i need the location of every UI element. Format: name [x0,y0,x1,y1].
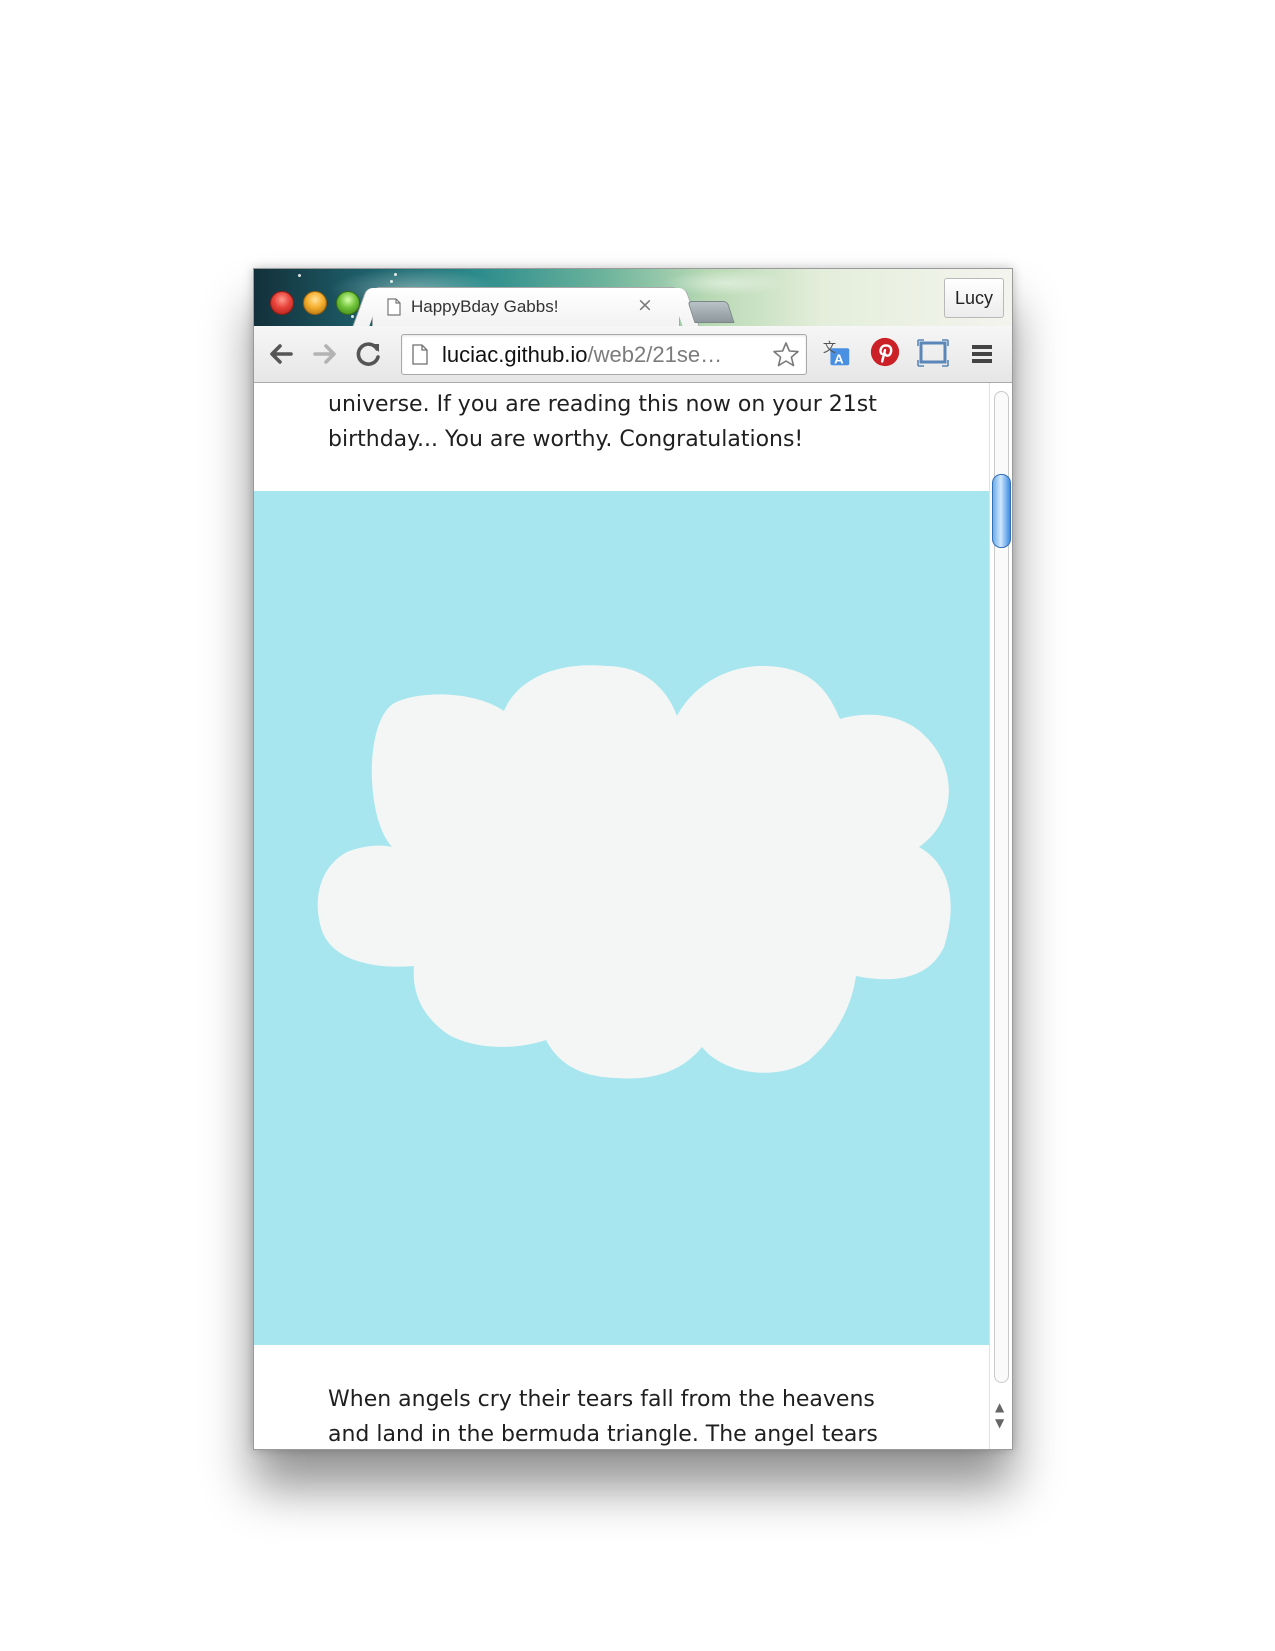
svg-text:文: 文 [823,340,836,356]
page-viewport[interactable]: universe. If you are reading this now on… [254,383,989,1449]
paragraph-bottom: When angels cry their tears fall from th… [328,1382,928,1449]
paragraph-line: birthday... You are worthy. Congratulati… [328,427,804,452]
back-arrow-icon[interactable] [264,338,298,370]
cast-screen-icon[interactable] [916,337,950,369]
url-path: /web2/21se… [587,342,723,367]
paragraph-top: universe. If you are reading this now on… [328,387,928,457]
url-host: luciac.github.io [442,342,588,367]
browser-window: HappyBday Gabbs! × Lucy luciac.github.io… [253,268,1013,1450]
page-icon [387,298,401,316]
browser-toolbar: luciac.github.io/web2/21se… A 文 [254,326,1012,383]
vertical-scrollbar[interactable]: ▲ ▼ [989,383,1012,1449]
tab-happybday[interactable]: HappyBday Gabbs! × [372,287,680,326]
paragraph-line: When angels cry their tears fall from th… [328,1387,875,1412]
cloud-image [317,665,951,1079]
scroll-up-arrow-icon[interactable]: ▲ [995,1401,1004,1413]
tab-title: HappyBday Gabbs! [411,297,559,316]
theme-star [390,280,393,283]
theme-star [394,273,397,276]
new-tab-button[interactable] [687,301,735,323]
page-canvas: HappyBday Gabbs! × Lucy luciac.github.io… [0,0,1275,1651]
close-icon[interactable]: × [637,294,653,316]
sky-illustration [254,491,989,1345]
address-bar[interactable]: luciac.github.io/web2/21se… [401,334,807,375]
tab-strip: HappyBday Gabbs! × Lucy [254,269,1012,326]
hamburger-menu-icon[interactable] [966,338,1000,370]
paragraph-line: and land in the bermuda triangle. The an… [328,1422,878,1447]
theme-star [298,274,301,277]
scroll-down-arrow-icon[interactable]: ▼ [995,1417,1004,1429]
window-zoom-button[interactable] [336,291,360,315]
window-minimize-button[interactable] [303,291,327,315]
reload-icon[interactable] [352,338,386,370]
window-close-button[interactable] [270,291,294,315]
pinterest-icon[interactable] [868,336,902,368]
translate-icon[interactable]: A 文 [820,337,854,369]
url-text[interactable]: luciac.github.io/web2/21se… [442,342,722,368]
bookmark-star-icon[interactable] [772,341,800,368]
forward-arrow-icon[interactable] [308,338,342,370]
page-icon [412,344,428,365]
paragraph-line: universe. If you are reading this now on… [328,392,877,417]
profile-button[interactable]: Lucy [944,278,1004,318]
theme-star [351,315,354,318]
scrollbar-thumb[interactable] [992,474,1011,548]
